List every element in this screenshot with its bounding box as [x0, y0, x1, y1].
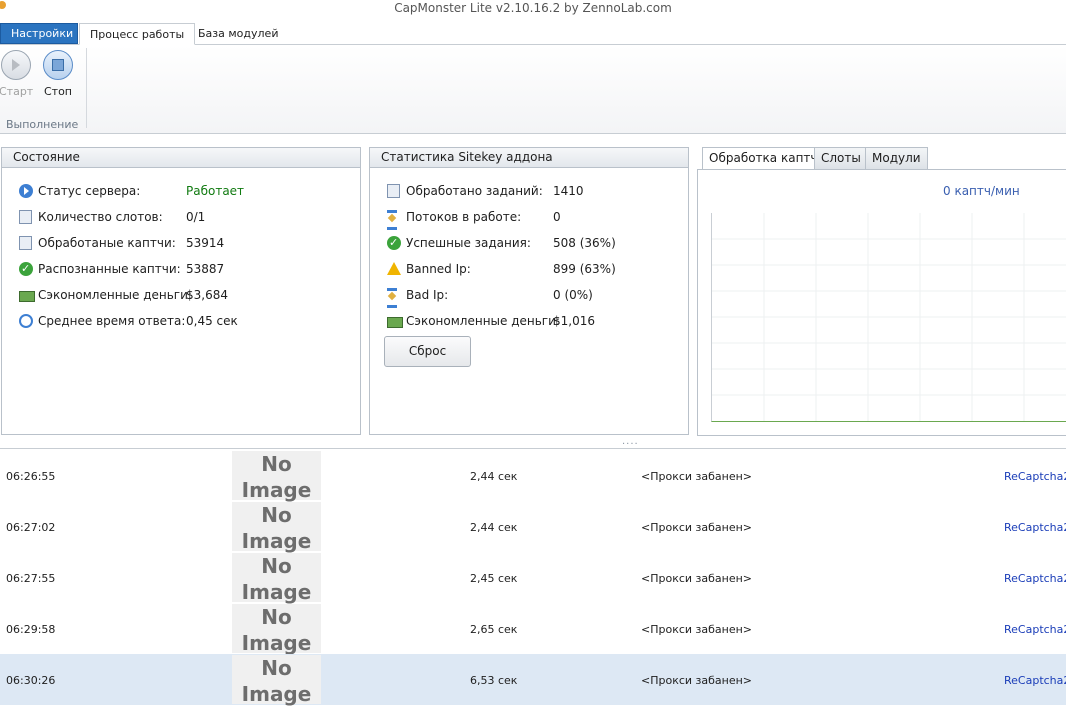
group-divider — [86, 48, 87, 128]
stat-value: 53887 — [186, 262, 225, 276]
group-label-execution: Выполнение — [6, 118, 79, 131]
stat-label: Banned Ip: — [406, 262, 471, 276]
stat-label: Сэкономленные деньги: — [406, 314, 560, 328]
captcha-rate-plot — [711, 213, 1066, 422]
log-duration: 2,44 сек — [470, 521, 518, 534]
table-row[interactable]: 06:27:55 No Image 2,45 сек <Прокси забан… — [0, 552, 1066, 604]
stat-value: Работает — [186, 184, 245, 198]
ribbon-tabs: Настройки Процесс работы База модулей — [0, 23, 1066, 45]
stat-label: Распознанные каптчи: — [38, 262, 181, 276]
log-time: 06:27:55 — [6, 572, 56, 585]
stat-value: $3,684 — [186, 288, 228, 302]
warning-icon — [387, 262, 401, 275]
stat-value: 0,45 сек — [186, 314, 238, 328]
stat-value: 0 (0%) — [553, 288, 593, 302]
app-icon — [0, 1, 6, 9]
tab-settings[interactable]: Настройки — [0, 23, 78, 44]
log-status: <Прокси забанен> — [641, 521, 753, 534]
captcha-image-placeholder: No Image — [232, 553, 321, 604]
stat-value: 0/1 — [186, 210, 206, 224]
stat-label: Среднее время ответа: — [38, 314, 186, 328]
check-icon — [19, 259, 33, 279]
table-row[interactable]: 06:26:55 No Image 2,44 сек <Прокси забан… — [0, 450, 1066, 502]
log-time: 06:30:26 — [6, 674, 56, 687]
captcha-image-placeholder: No Image — [232, 655, 321, 706]
chart-tabs: Обработка каптч Слоты Модули — [697, 147, 1066, 171]
sitekey-panel: Статистика Sitekey аддона Обработано зад… — [369, 147, 689, 435]
tab-modules[interactable]: Модули — [865, 147, 928, 170]
stop-label: Стоп — [43, 85, 72, 98]
window-title: CapMonster Lite v2.10.16.2 by ZennoLab.c… — [394, 1, 672, 15]
table-row[interactable]: 06:27:02 No Image 2,44 сек <Прокси забан… — [0, 501, 1066, 553]
log-module: ReCaptcha2 — [1004, 470, 1066, 483]
start-label: Старт — [0, 85, 34, 98]
log-duration: 2,44 сек — [470, 470, 518, 483]
log-duration: 2,45 сек — [470, 572, 518, 585]
log-status: <Прокси забанен> — [641, 572, 753, 585]
captcha-rate-label: 0 каптч/мин — [943, 184, 1020, 198]
title-bar: CapMonster Lite v2.10.16.2 by ZennoLab.c… — [0, 0, 1066, 20]
log-time: 06:27:02 — [6, 521, 56, 534]
stat-label: Количество слотов: — [38, 210, 163, 224]
edit-doc-icon — [19, 236, 32, 250]
log-module: ReCaptcha2 — [1004, 521, 1066, 534]
stat-value: 1410 — [553, 184, 584, 198]
stat-value: 53914 — [186, 236, 225, 250]
tab-process[interactable]: Процесс работы — [79, 23, 196, 45]
log-module: ReCaptcha2 — [1004, 623, 1066, 636]
stat-value: 899 (63%) — [553, 262, 616, 276]
play-circle-icon — [19, 184, 33, 198]
hourglass-icon — [387, 210, 397, 230]
stat-label: Обработано заданий: — [406, 184, 543, 198]
log-status: <Прокси забанен> — [641, 623, 753, 636]
reset-button[interactable]: Сброс — [384, 336, 471, 367]
captcha-image-placeholder: No Image — [232, 604, 321, 655]
captcha-image-placeholder: No Image — [232, 451, 321, 502]
check-icon — [387, 233, 401, 253]
log-module: ReCaptcha2 — [1004, 674, 1066, 687]
log-duration: 6,53 сек — [470, 674, 518, 687]
stat-label: Bad Ip: — [406, 288, 449, 302]
status-panel: Состояние Статус сервера: Работает Колич… — [1, 147, 361, 435]
stat-label: Обработаные каптчи: — [38, 236, 176, 250]
log-duration: 2,65 сек — [470, 623, 518, 636]
stat-label: Потоков в работе: — [406, 210, 522, 224]
tab-modules-base[interactable]: База модулей — [188, 23, 288, 44]
hourglass-icon — [387, 288, 397, 308]
stat-value: $1,016 — [553, 314, 595, 328]
captcha-image-placeholder: No Image — [232, 502, 321, 553]
start-icon — [1, 50, 31, 80]
edit-doc-icon — [387, 184, 400, 198]
money-icon — [19, 291, 35, 302]
status-panel-title: Состояние — [2, 148, 360, 168]
slots-icon — [19, 210, 32, 224]
start-button[interactable]: Старт — [0, 50, 33, 99]
plot-grid — [712, 213, 1066, 421]
log-time: 06:26:55 — [6, 470, 56, 483]
stat-label: Успешные задания: — [406, 236, 531, 250]
stat-value: 0 — [553, 210, 561, 224]
stat-label: Сэкономленные деньги: — [38, 288, 192, 302]
stat-label: Статус сервера: — [38, 184, 141, 198]
tab-slots[interactable]: Слоты — [814, 147, 868, 170]
ribbon: Старт Стоп Выполнение — [0, 45, 1066, 134]
clock-icon — [19, 314, 33, 328]
log-time: 06:29:58 — [6, 623, 56, 636]
stat-value: 508 (36%) — [553, 236, 616, 250]
stop-button[interactable]: Стоп — [41, 50, 75, 99]
tab-captcha-processing[interactable]: Обработка каптч — [702, 147, 825, 171]
chart-panel: 0 каптч/мин — [697, 169, 1066, 436]
log-status: <Прокси забанен> — [641, 674, 753, 687]
stop-icon — [43, 50, 73, 80]
table-row-selected[interactable]: 06:30:26 No Image 6,53 сек <Прокси забан… — [0, 654, 1066, 706]
log-module: ReCaptcha2 — [1004, 572, 1066, 585]
money-icon — [387, 317, 403, 328]
captcha-log-table: 06:26:55 No Image 2,44 сек <Прокси забан… — [0, 448, 1066, 707]
splitter-handle[interactable]: .... — [622, 436, 639, 447]
table-row[interactable]: 06:29:58 No Image 2,65 сек <Прокси забан… — [0, 603, 1066, 655]
sitekey-panel-title: Статистика Sitekey аддона — [370, 148, 688, 168]
log-status: <Прокси забанен> — [641, 470, 753, 483]
